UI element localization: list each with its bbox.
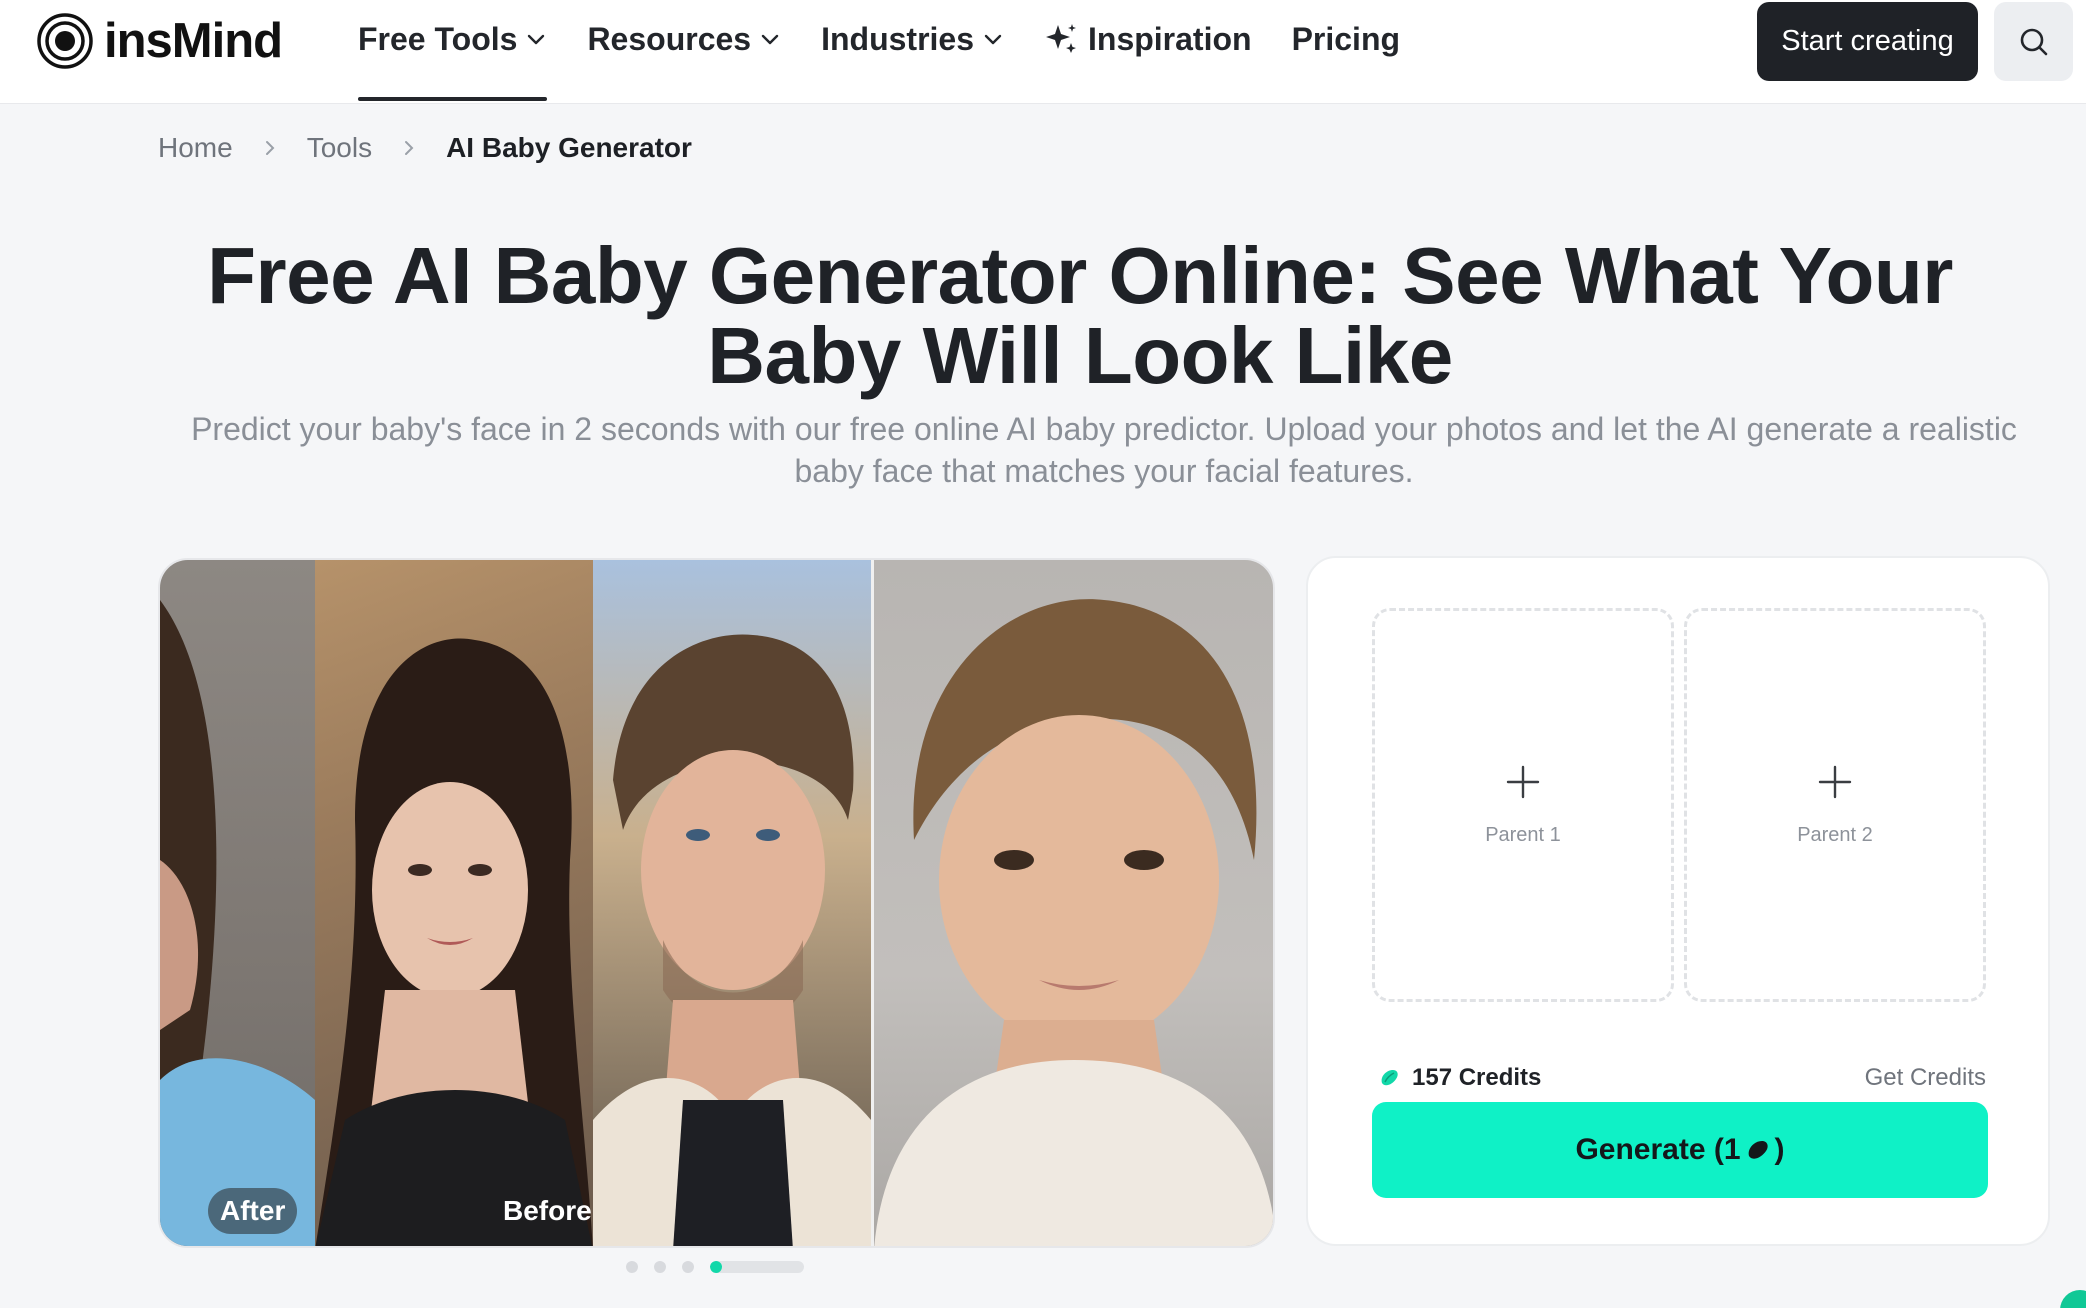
example-photo-child-result — [871, 560, 1273, 1246]
page-subtitle: Predict your baby's face in 2 seconds wi… — [191, 411, 2017, 489]
nav-label: Pricing — [1291, 20, 1401, 57]
chat-widget-edge[interactable] — [2060, 1290, 2086, 1308]
brand-name: insMind — [104, 14, 283, 68]
chevron-down-icon — [528, 34, 545, 45]
chevron-right-icon — [265, 141, 275, 155]
nav-label: Inspiration — [1088, 20, 1252, 57]
nav-label: Resources — [587, 20, 752, 57]
parent-1-label: Parent 1 — [1485, 823, 1561, 846]
plus-icon — [1506, 765, 1540, 798]
carousel-dot[interactable] — [626, 1261, 638, 1273]
after-badge: After — [208, 1188, 298, 1234]
carousel-dot[interactable] — [654, 1261, 666, 1273]
chevron-down-icon — [761, 34, 779, 45]
carousel-dot-active[interactable] — [710, 1261, 804, 1273]
chevron-down-icon — [984, 34, 1002, 45]
breadcrumb-tools[interactable]: Tools — [307, 132, 372, 164]
nav-pricing[interactable]: Pricing — [1292, 0, 1400, 78]
get-credits-link[interactable]: Get Credits — [1865, 1064, 1986, 1092]
nav-resources[interactable]: Resources — [587, 0, 781, 78]
nav-label: Free Tools — [358, 20, 518, 57]
nav-inspiration[interactable]: Inspiration — [1044, 0, 1252, 78]
generate-button-label: Generate (1 — [1575, 1133, 1741, 1166]
sparkle-icon — [1046, 24, 1076, 53]
parent-2-label: Parent 2 — [1797, 823, 1873, 846]
generate-button-suffix: ) — [1774, 1133, 1785, 1166]
page-title: Free AI Baby Generator Online: See What … — [207, 231, 1953, 400]
chevron-right-icon — [405, 141, 414, 155]
breadcrumb: Home Tools AI Baby Generator — [158, 128, 692, 168]
site-header: insMind Free Tools Resources Industries … — [0, 0, 2086, 104]
brand-logo[interactable]: insMind — [36, 12, 283, 70]
credit-gem-icon — [1381, 1070, 1398, 1086]
carousel-pagination — [626, 1260, 804, 1274]
example-photo-woman: Before — [315, 560, 593, 1246]
generator-panel: Parent 1 Parent 2 157 Credits Get Credit… — [1306, 556, 2050, 1246]
example-photo-after-partial: After — [160, 560, 315, 1246]
before-badge: Before — [503, 1195, 592, 1226]
logo-icon — [37, 13, 93, 69]
search-icon — [2020, 28, 2047, 55]
generate-button[interactable]: Generate (1 ) — [1372, 1102, 1988, 1198]
breadcrumb-current: AI Baby Generator — [446, 132, 692, 163]
credits-balance: 157 Credits — [1378, 1064, 1541, 1092]
nav-free-tools[interactable]: Free Tools — [358, 0, 548, 101]
nav-industries[interactable]: Industries — [821, 0, 1004, 78]
parent-2-upload[interactable]: Parent 2 — [1684, 608, 1986, 1002]
carousel-dot[interactable] — [682, 1261, 694, 1273]
parent-1-upload[interactable]: Parent 1 — [1372, 608, 1674, 1002]
main-nav: Free Tools Resources Industries Inspirat… — [358, 0, 1440, 104]
carousel-progress — [710, 1261, 722, 1273]
nav-label: Industries — [821, 20, 974, 57]
example-showcase: After Before — [158, 558, 1275, 1248]
search-button[interactable] — [1994, 2, 2073, 81]
start-creating-button[interactable]: Start creating — [1757, 2, 1978, 81]
example-photo-man — [593, 560, 871, 1246]
plus-icon — [1818, 765, 1852, 798]
breadcrumb-home[interactable]: Home — [158, 132, 233, 164]
credit-gem-icon — [1748, 1141, 1768, 1159]
credits-text: 157 Credits — [1412, 1064, 1542, 1091]
